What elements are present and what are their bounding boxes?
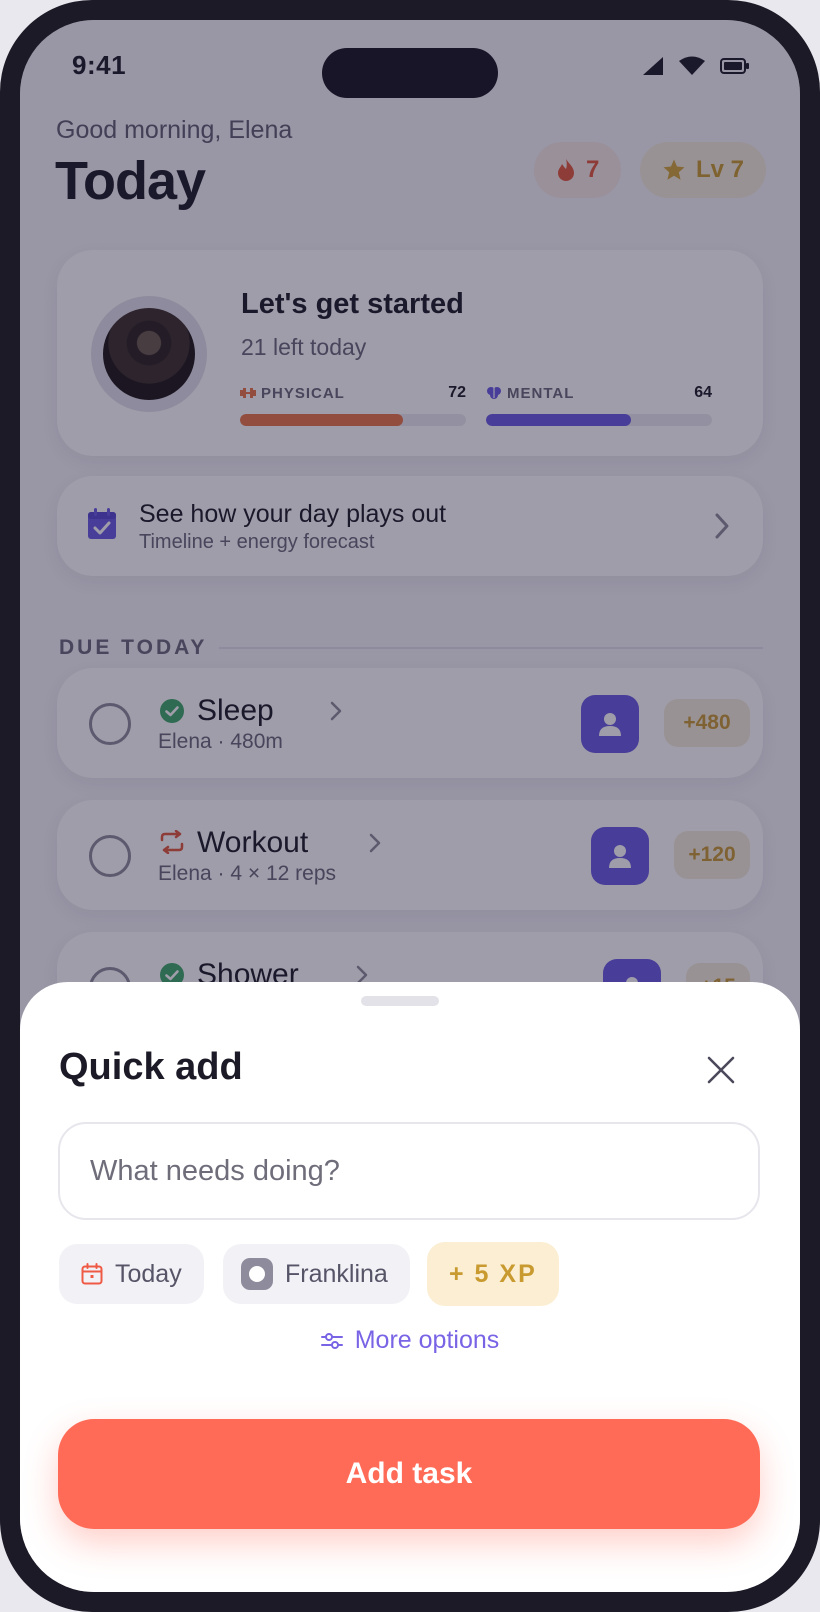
calendar-icon [81, 1263, 103, 1285]
sliders-icon [320, 1332, 343, 1349]
task-title-input[interactable] [58, 1122, 760, 1220]
phone-frame: 9:41 Good morning, Elena Today 7 Lv 7 Le… [0, 0, 820, 1612]
more-options-label: More options [354, 1326, 500, 1354]
assignee-chip[interactable]: Franklina [223, 1244, 410, 1304]
assignee-dot [241, 1258, 273, 1290]
assignee-label: Franklina [285, 1259, 388, 1288]
more-options-link[interactable]: More options [20, 1326, 800, 1355]
close-button[interactable] [699, 1048, 743, 1092]
due-date-chip[interactable]: Today [59, 1244, 204, 1304]
sheet-grabber[interactable] [361, 996, 439, 1006]
due-date-label: Today [115, 1259, 182, 1288]
app-screen: 9:41 Good morning, Elena Today 7 Lv 7 Le… [20, 20, 800, 1592]
close-icon [707, 1056, 735, 1084]
quick-add-sheet: Quick add Today Franklina + 5 XP More op… [20, 982, 800, 1592]
xp-chip[interactable]: + 5 XP [427, 1242, 559, 1306]
add-task-button[interactable]: Add task [58, 1419, 760, 1529]
sheet-title: Quick add [59, 1046, 243, 1088]
